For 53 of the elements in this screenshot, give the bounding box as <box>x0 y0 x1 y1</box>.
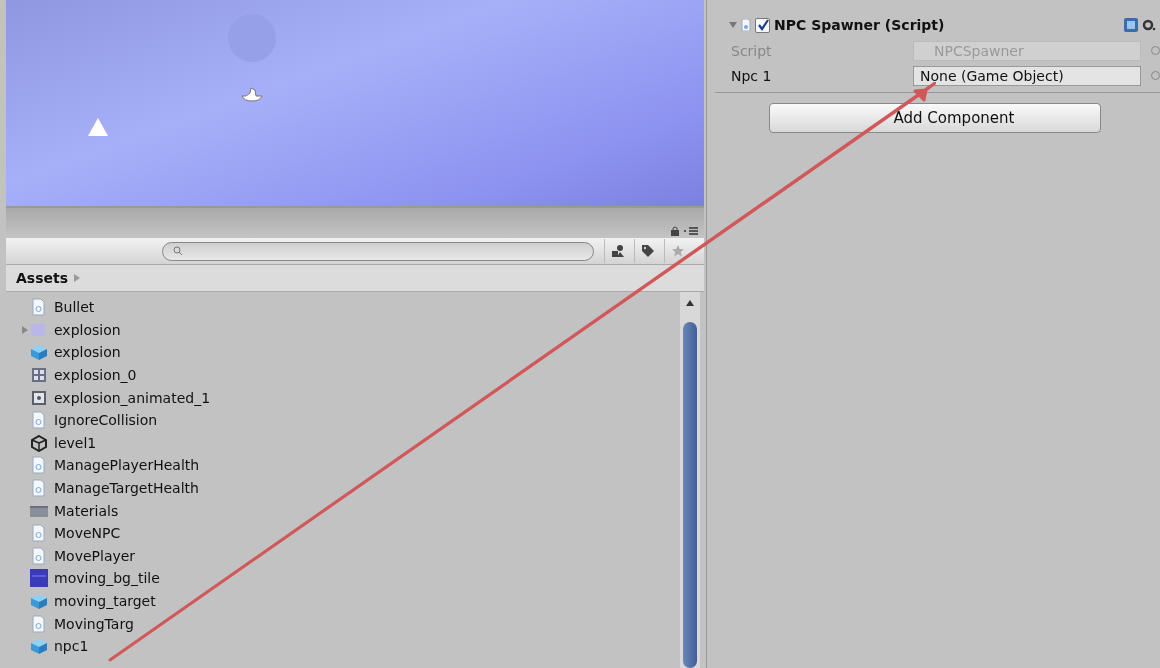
asset-item[interactable]: MovingTarg <box>6 612 680 635</box>
scene-icon <box>30 433 48 452</box>
scroll-up-icon[interactable] <box>686 300 694 306</box>
asset-item[interactable]: explosion_animated_1 <box>6 386 680 409</box>
script-file-icon <box>30 546 48 565</box>
sprite-grid-icon <box>30 366 48 385</box>
cube-icon <box>30 343 48 362</box>
shapes-icon <box>611 244 625 258</box>
script-file-icon <box>30 524 48 543</box>
settings-icon[interactable] <box>1142 18 1156 32</box>
script-icon <box>741 19 751 31</box>
asset-item[interactable]: IgnoreCollision <box>6 408 680 432</box>
tag-icon <box>641 244 655 258</box>
asset-item[interactable]: ManageTargetHealth <box>6 476 680 500</box>
scroll-thumb[interactable] <box>683 322 697 668</box>
asset-item[interactable]: Materials <box>6 499 680 522</box>
asset-item[interactable]: npc1 <box>6 634 680 658</box>
asset-item[interactable]: explosion <box>6 318 680 342</box>
object-field[interactable]: None (Game Object) <box>913 65 1141 86</box>
breadcrumb[interactable]: Assets <box>16 270 69 286</box>
asset-item[interactable]: level1 <box>6 431 680 455</box>
script-file-icon <box>30 479 48 498</box>
scrollbar[interactable] <box>680 292 700 668</box>
caret-icon <box>74 274 81 282</box>
script-file-icon <box>30 614 48 633</box>
star-icon <box>671 244 685 258</box>
asset-item[interactable]: ManagePlayerHealth <box>6 454 680 477</box>
asset-item[interactable]: MovePlayer <box>6 544 680 568</box>
cube-icon <box>30 637 48 656</box>
foldout-triangle-icon[interactable] <box>729 21 737 29</box>
asset-item[interactable]: moving_target <box>6 589 680 613</box>
add-component-button[interactable]: Add Component <box>769 103 1101 133</box>
lock-icon[interactable] <box>670 226 680 236</box>
asset-item[interactable]: explosion_0 <box>6 363 680 387</box>
menu-icon[interactable] <box>684 227 698 235</box>
field-label: Script <box>730 42 773 59</box>
asset-item[interactable]: MoveNPC <box>6 521 680 545</box>
search-icon <box>173 246 183 256</box>
asset-item[interactable]: moving_bg_tile <box>6 567 680 590</box>
cube-icon <box>30 592 48 610</box>
ship-sprite <box>240 86 264 102</box>
script-file-icon <box>30 298 48 317</box>
checkbox[interactable] <box>755 17 770 33</box>
script-file-icon <box>30 456 48 475</box>
script-file-icon <box>30 411 48 430</box>
triangle-sprite <box>88 118 108 136</box>
controller-icon <box>30 388 48 407</box>
texture-icon <box>30 569 48 588</box>
asset-item[interactable]: explosion <box>6 341 680 364</box>
asset-item[interactable]: Bullet <box>6 296 680 319</box>
component-title: NPC Spawner (Script) <box>774 17 945 33</box>
field-label: Npc 1 <box>730 67 773 84</box>
search-field[interactable] <box>162 241 594 261</box>
